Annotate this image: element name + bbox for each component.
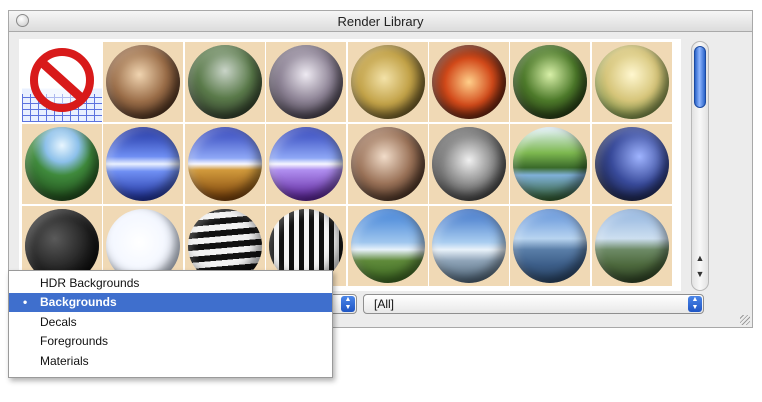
render-thumbnail[interactable] [591,124,672,204]
render-thumbnail[interactable] [429,206,509,286]
environment-sphere [106,45,181,119]
menu-item-materials[interactable]: Materials [9,352,332,371]
popup-stepper-icon: ▲ ▼ [688,296,702,312]
scroll-thumb[interactable] [694,46,706,108]
environment-sphere [594,45,669,119]
thumbnail-grid [19,39,681,291]
render-thumbnail[interactable] [510,42,591,122]
environment-sphere [350,127,425,201]
menu-item-label: Decals [40,314,77,329]
render-thumbnail[interactable] [347,206,428,286]
render-thumbnail[interactable] [591,42,672,122]
render-thumbnail[interactable] [103,124,184,204]
title-bar[interactable]: Render Library [9,11,752,32]
render-thumbnail[interactable] [22,42,102,122]
menu-item-label: Materials [40,353,89,368]
environment-sphere [350,209,425,283]
menu-item-decals[interactable]: Decals [9,313,332,332]
environment-sphere [432,45,506,119]
category-dropdown-menu: HDR Backgrounds • Backgrounds Decals Foregro… [8,270,333,378]
no-entry-icon [22,42,102,122]
environment-sphere [187,127,262,201]
menu-item-backgrounds[interactable]: • Backgrounds [9,293,332,313]
environment-sphere [594,127,669,201]
environment-sphere [432,209,506,283]
render-thumbnail[interactable] [510,124,591,204]
checkmark-icon: • [23,295,28,310]
filter-popup-value: [All] [374,297,395,311]
menu-item-label: Backgrounds [40,295,117,310]
environment-sphere [187,45,262,119]
render-thumbnail[interactable] [429,124,509,204]
render-thumbnail[interactable] [510,206,591,286]
environment-sphere [269,127,344,201]
menu-item-label: Foregrounds [40,334,109,349]
menu-item-hdr-backgrounds[interactable]: HDR Backgrounds [9,274,332,293]
menu-item-label: HDR Backgrounds [40,276,140,290]
window-title: Render Library [337,14,424,29]
environment-sphere [594,209,669,283]
render-thumbnail[interactable] [429,42,509,122]
render-thumbnail[interactable] [103,42,184,122]
render-thumbnail[interactable] [347,124,428,204]
environment-sphere [350,45,425,119]
menu-item-foregrounds[interactable]: Foregrounds [9,332,332,351]
render-thumbnail[interactable] [22,124,102,204]
resize-grip-icon[interactable] [740,315,750,325]
environment-sphere [25,127,99,201]
render-thumbnail[interactable] [266,42,347,122]
render-thumbnail[interactable] [591,206,672,286]
filter-popup[interactable]: [All] ▲ ▼ [363,294,704,314]
environment-sphere [269,45,344,119]
environment-sphere [513,45,588,119]
environment-sphere [513,127,588,201]
render-thumbnail[interactable] [347,42,428,122]
render-thumbnail[interactable] [184,42,265,122]
popup-stepper-icon: ▲ ▼ [341,296,355,312]
scroll-up-icon[interactable]: ▲ [691,251,709,266]
render-thumbnail[interactable] [184,124,265,204]
environment-sphere [432,127,506,201]
render-thumbnail[interactable] [266,124,347,204]
environment-sphere [106,127,181,201]
environment-sphere [513,209,588,283]
scroll-down-icon[interactable]: ▼ [691,267,709,282]
